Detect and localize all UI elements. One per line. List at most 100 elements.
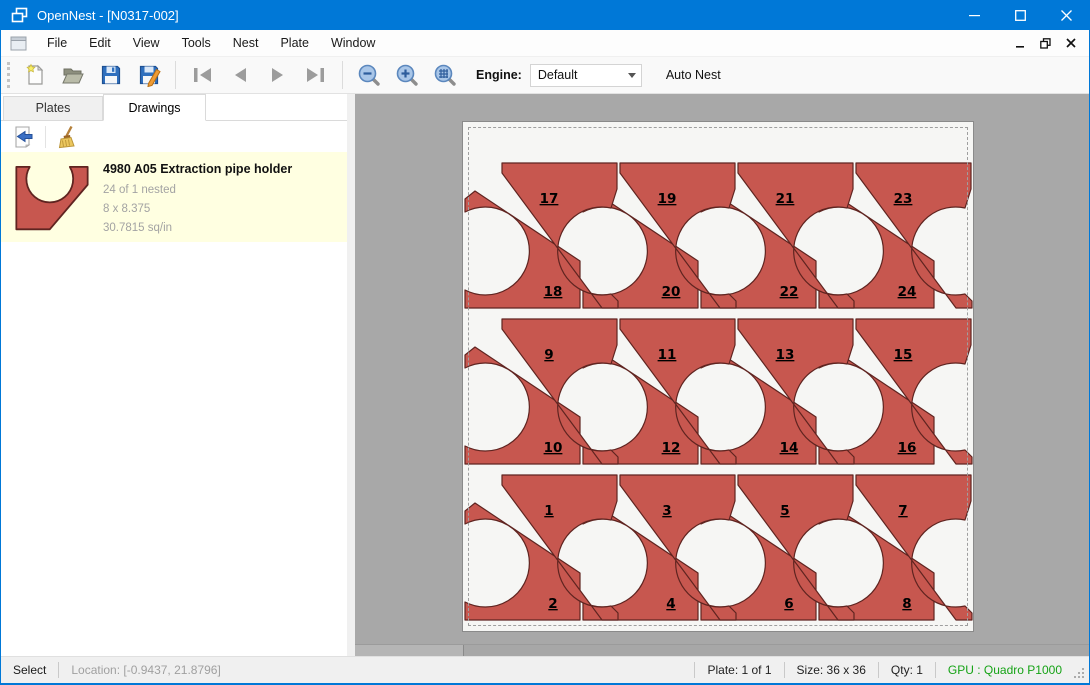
main-toolbar: Engine: Default Auto Nest [1,57,1089,94]
svg-text:7: 7 [898,503,907,519]
svg-text:17: 17 [540,191,559,207]
toolbar-separator [175,61,176,89]
status-plate-size: Size: 36 x 36 [797,663,866,677]
svg-text:18: 18 [544,284,563,300]
drawing-dimensions: 8 x 8.375 [103,200,292,219]
close-button[interactable] [1043,0,1089,30]
title-bar: OpenNest - [N0317-002] [1,0,1089,30]
app-window: OpenNest - [N0317-002] File Edit View To… [0,0,1090,685]
last-plate-button[interactable] [298,60,334,90]
svg-text:15: 15 [894,347,913,363]
auto-nest-button[interactable]: Auto Nest [658,63,729,87]
maximize-button[interactable] [997,0,1043,30]
status-divider [694,662,695,678]
status-bar: Select Location: [-0.9437, 21.8796] Plat… [1,656,1089,683]
chevron-down-icon [628,73,636,78]
import-drawing-button[interactable] [9,124,39,150]
zoom-out-icon [357,63,382,88]
mdi-minimize-button[interactable] [1008,32,1033,54]
nesting-plate[interactable]: 171819202122232491011121314151612345678 [462,121,974,632]
zoom-out-button[interactable] [351,60,387,90]
menu-bar: File Edit View Tools Nest Plate Window [1,30,1089,57]
open-file-button[interactable] [55,60,91,90]
status-divider [935,662,936,678]
menu-plate[interactable]: Plate [269,31,320,55]
mdi-restore-button[interactable] [1033,32,1058,54]
drawings-toolbar [1,121,347,152]
svg-text:2: 2 [548,596,557,612]
save-button[interactable] [93,60,129,90]
document-back-arrow-icon [12,125,36,149]
engine-selected-value: Default [538,68,578,82]
left-panel: Plates Drawings [1,94,347,658]
svg-text:9: 9 [544,347,553,363]
menu-window[interactable]: Window [320,31,386,55]
zoom-in-button[interactable] [389,60,425,90]
mdi-close-button[interactable] [1058,32,1083,54]
nesting-canvas[interactable]: 171819202122232491011121314151612345678 [355,94,1089,658]
tab-plates[interactable]: Plates [3,96,103,120]
previous-plate-button[interactable] [222,60,258,90]
status-location: Location: [-0.9437, 21.8796] [71,663,220,677]
broom-icon [55,125,79,149]
window-title: OpenNest - [N0317-002] [37,8,179,23]
resize-grip[interactable] [1072,666,1086,680]
menu-view[interactable]: View [122,31,171,55]
svg-text:11: 11 [658,347,677,363]
save-edit-icon [137,63,161,87]
status-gpu: GPU : Quadro P1000 [948,663,1062,677]
svg-text:20: 20 [662,284,681,300]
engine-label: Engine: [476,68,522,82]
app-icon [11,7,28,23]
menu-tools[interactable]: Tools [171,31,222,55]
open-folder-icon [61,63,85,87]
nested-parts: 171819202122232491011121314151612345678 [463,122,975,633]
mdi-document-icon[interactable] [10,36,27,51]
svg-text:21: 21 [776,191,795,207]
save-floppy-icon [99,63,123,87]
status-divider [58,662,59,678]
status-qty: Qty: 1 [891,663,923,677]
svg-text:5: 5 [780,503,789,519]
new-file-button[interactable] [17,60,53,90]
part-thumbnail [13,160,91,234]
drawing-title: 4980 A05 Extraction pipe holder [103,162,292,176]
engine-select[interactable]: Default [530,64,642,87]
zoom-fit-button[interactable] [427,60,463,90]
zoom-in-icon [395,63,420,88]
minimize-button[interactable] [951,0,997,30]
first-icon [190,64,214,86]
svg-text:16: 16 [898,440,917,456]
first-plate-button[interactable] [184,60,220,90]
panel-tabstrip: Plates Drawings [1,94,347,121]
svg-text:10: 10 [544,440,563,456]
status-divider [784,662,785,678]
status-mode: Select [13,663,46,677]
svg-text:12: 12 [662,440,681,456]
svg-text:6: 6 [784,596,793,612]
save-as-button[interactable] [131,60,167,90]
svg-text:24: 24 [898,284,917,300]
drawing-list-item[interactable]: 4980 A05 Extraction pipe holder 24 of 1 … [1,152,347,242]
svg-text:8: 8 [902,596,911,612]
panel-splitter[interactable] [347,94,355,658]
drawing-nested-count: 24 of 1 nested [103,181,292,200]
tab-drawings[interactable]: Drawings [103,94,206,121]
zoom-fit-icon [433,63,458,88]
next-icon [266,64,290,86]
menu-edit[interactable]: Edit [78,31,122,55]
next-plate-button[interactable] [260,60,296,90]
toolbar-separator [342,61,343,89]
svg-text:1: 1 [544,503,553,519]
status-plate-count: Plate: 1 of 1 [707,663,771,677]
clear-drawings-button[interactable] [52,124,82,150]
toolbar-grip[interactable] [7,62,10,88]
svg-text:23: 23 [894,191,913,207]
svg-text:4: 4 [666,596,675,612]
menu-nest[interactable]: Nest [222,31,270,55]
svg-text:19: 19 [658,191,677,207]
drawing-area: 30.7815 sq/in [103,219,292,238]
svg-text:22: 22 [780,284,799,300]
menu-file[interactable]: File [36,31,78,55]
status-divider [878,662,879,678]
